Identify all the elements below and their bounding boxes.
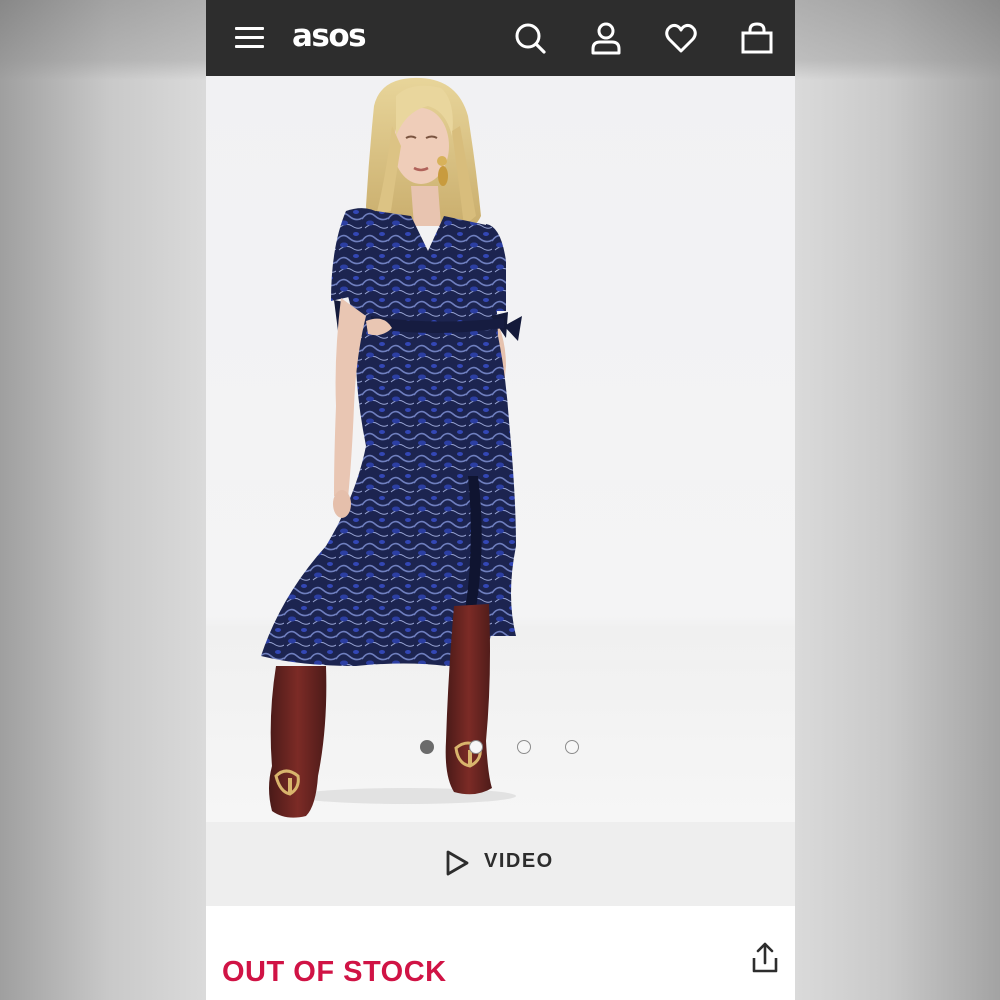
- product-image-gallery[interactable]: [206, 76, 795, 822]
- bag-icon[interactable]: [739, 20, 775, 56]
- video-label: VIDEO: [484, 850, 554, 872]
- product-info-panel: OUT OF STOCK: [206, 906, 795, 1000]
- share-icon[interactable]: [749, 940, 781, 976]
- hamburger-icon[interactable]: [235, 26, 265, 50]
- play-icon: [446, 850, 469, 876]
- gallery-dot-2[interactable]: [469, 740, 483, 754]
- video-button[interactable]: VIDEO: [206, 822, 795, 906]
- search-icon[interactable]: [512, 20, 548, 56]
- phone-screen: asos VIDEO OUT OF STOCK: [206, 0, 795, 1000]
- gallery-dot-4[interactable]: [565, 740, 579, 754]
- gallery-dot-1[interactable]: [420, 740, 434, 754]
- gallery-dot-3[interactable]: [517, 740, 531, 754]
- product-photo: [261, 77, 522, 818]
- asos-logo[interactable]: asos: [292, 14, 367, 58]
- top-navigation-bar: asos: [206, 0, 795, 76]
- account-icon[interactable]: [588, 20, 624, 56]
- heart-icon[interactable]: [663, 20, 699, 56]
- stock-status: OUT OF STOCK: [222, 956, 447, 988]
